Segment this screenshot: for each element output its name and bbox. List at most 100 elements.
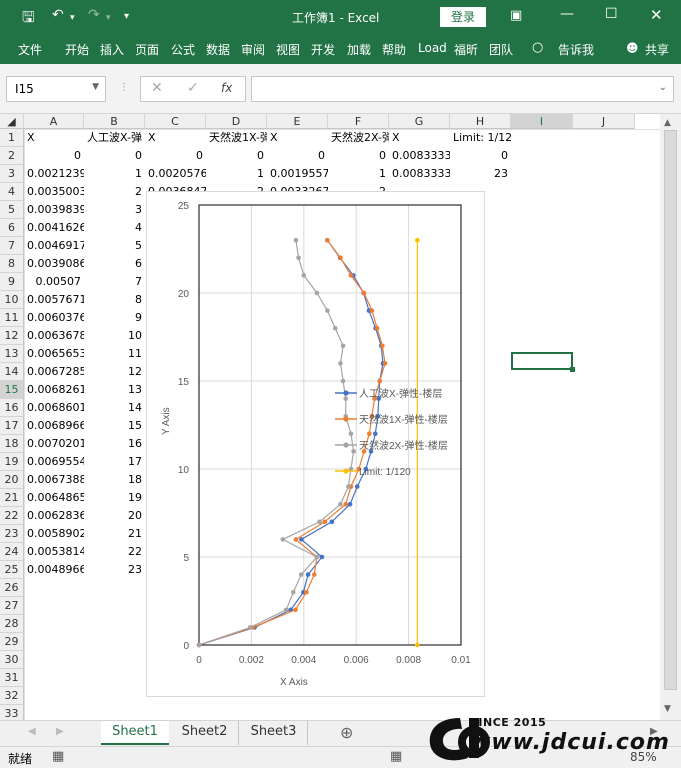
cell[interactable]: 1 xyxy=(328,165,389,183)
selected-cell[interactable] xyxy=(511,352,575,372)
cell[interactable]: 0.0046917 xyxy=(24,237,84,255)
cell[interactable]: 0 xyxy=(450,147,511,165)
row-header[interactable]: 2 xyxy=(0,147,24,165)
cell[interactable]: 14 xyxy=(84,399,145,417)
next-sheet-icon[interactable]: ▶ xyxy=(56,726,64,737)
cell[interactable]: X xyxy=(145,129,206,147)
row-header[interactable]: 16 xyxy=(0,399,24,417)
row-header[interactable]: 9 xyxy=(0,273,24,291)
cell[interactable]: 0.0069554 xyxy=(24,453,84,471)
login-button[interactable]: 登录 xyxy=(440,7,486,27)
cell[interactable]: X xyxy=(267,129,328,147)
cell[interactable]: 0.0058902 xyxy=(24,525,84,543)
cancel-icon[interactable]: ✕ xyxy=(151,80,163,96)
column-header[interactable]: C xyxy=(145,114,206,129)
cell[interactable]: 12 xyxy=(84,363,145,381)
tab-help[interactable]: 帮助 xyxy=(382,41,406,58)
cell[interactable]: 0.00507 xyxy=(24,273,84,291)
cell[interactable]: X xyxy=(389,129,450,147)
maximize-icon[interactable]: ☐ xyxy=(605,6,618,22)
tab-addins[interactable]: 加载 xyxy=(347,41,371,58)
row-header[interactable]: 29 xyxy=(0,633,24,651)
column-header[interactable]: G xyxy=(389,114,450,129)
share-button[interactable]: 共享 xyxy=(645,41,669,58)
cell[interactable]: 0 xyxy=(328,147,389,165)
cell[interactable]: 0.0039839 xyxy=(24,201,84,219)
row-header[interactable]: 12 xyxy=(0,327,24,345)
tab-foxit[interactable]: 福昕 xyxy=(454,41,478,58)
cell[interactable]: 5 xyxy=(84,237,145,255)
chart[interactable]: 0 0.002 0.004 0.006 0.008 0.01 0 5 10 15 20 25 X Axi… xyxy=(146,191,485,697)
row-header[interactable]: 31 xyxy=(0,669,24,687)
tab-insert[interactable]: 插入 xyxy=(100,41,124,58)
cell[interactable]: 23 xyxy=(84,561,145,579)
cell[interactable]: 天然波2X-弹 xyxy=(328,129,389,147)
undo-icon[interactable]: ↶ xyxy=(52,7,64,23)
tab-sheet2[interactable]: Sheet2 xyxy=(171,721,239,745)
user-icon[interactable]: ☻ xyxy=(626,41,639,55)
row-header[interactable]: 18 xyxy=(0,435,24,453)
cell[interactable]: 0.0067285 xyxy=(24,363,84,381)
row-header[interactable]: 27 xyxy=(0,597,24,615)
cell[interactable]: 8 xyxy=(84,291,145,309)
cell[interactable]: 0.0067388 xyxy=(24,471,84,489)
cell[interactable]: 1 xyxy=(84,165,145,183)
cell[interactable]: 0.0068601 xyxy=(24,399,84,417)
lightbulb-icon[interactable]: ○ xyxy=(532,40,543,55)
select-all-corner[interactable]: ◢ xyxy=(0,114,24,129)
column-header[interactable]: F xyxy=(328,114,389,129)
row-header[interactable]: 5 xyxy=(0,201,24,219)
expand-formula-icon[interactable]: ⌄ xyxy=(659,82,667,93)
row-header[interactable]: 19 xyxy=(0,453,24,471)
cell[interactable]: 7 xyxy=(84,273,145,291)
cell[interactable]: 3 xyxy=(84,201,145,219)
insert-function-icon[interactable]: fx xyxy=(221,81,232,95)
cell[interactable]: 22 xyxy=(84,543,145,561)
row-header[interactable]: 10 xyxy=(0,291,24,309)
row-header[interactable]: 28 xyxy=(0,615,24,633)
row-header[interactable]: 4 xyxy=(0,183,24,201)
cell[interactable]: 0.0070201 xyxy=(24,435,84,453)
cell[interactable]: 23 xyxy=(450,165,511,183)
cell[interactable]: 0 xyxy=(24,147,84,165)
cell[interactable]: 0.0057671 xyxy=(24,291,84,309)
cell[interactable]: 0.0035003 xyxy=(24,183,84,201)
tab-formulas[interactable]: 公式 xyxy=(171,41,195,58)
name-box[interactable]: I15 ▼ xyxy=(6,76,106,102)
row-header[interactable]: 13 xyxy=(0,345,24,363)
cell[interactable]: 0.0060376 xyxy=(24,309,84,327)
row-header[interactable]: 15 xyxy=(0,381,24,399)
cell[interactable]: 人工波X-弹 xyxy=(84,129,145,147)
cell[interactable]: 0.0020576 xyxy=(145,165,206,183)
row-header[interactable]: 11 xyxy=(0,309,24,327)
row-header[interactable]: 8 xyxy=(0,255,24,273)
row-header[interactable]: 25 xyxy=(0,561,24,579)
cell[interactable]: 天然波1X-弹 xyxy=(206,129,267,147)
cell[interactable]: 0.0063678 xyxy=(24,327,84,345)
cell[interactable]: 0.0053814 xyxy=(24,543,84,561)
cell[interactable]: 0 xyxy=(84,147,145,165)
prev-sheet-icon[interactable]: ◀ xyxy=(28,726,36,737)
cell[interactable]: 0.0065653 xyxy=(24,345,84,363)
redo-dropdown-icon[interactable]: ▾ xyxy=(106,13,111,23)
undo-dropdown-icon[interactable]: ▾ xyxy=(70,13,75,23)
cell[interactable]: 0.0021239 xyxy=(24,165,84,183)
vertical-scrollbar[interactable]: ▲ ▼ xyxy=(660,114,681,720)
row-header[interactable]: 33 xyxy=(0,705,24,720)
tab-developer[interactable]: 开发 xyxy=(311,41,335,58)
macro-record-icon[interactable]: ▦ xyxy=(52,749,64,764)
column-header[interactable]: B xyxy=(84,114,145,129)
normal-view-icon[interactable]: ▦ xyxy=(390,749,402,764)
cell[interactable]: 0.0083333 xyxy=(389,165,450,183)
row-header[interactable]: 32 xyxy=(0,687,24,705)
cell[interactable]: 10 xyxy=(84,327,145,345)
cell[interactable]: 0.0041626 xyxy=(24,219,84,237)
column-header[interactable]: H xyxy=(450,114,511,129)
cell[interactable]: 21 xyxy=(84,525,145,543)
cell[interactable]: 0.0068966 xyxy=(24,417,84,435)
cell[interactable]: X xyxy=(24,129,84,147)
cell[interactable]: 0.0062836 xyxy=(24,507,84,525)
cell[interactable]: 16 xyxy=(84,435,145,453)
save-icon[interactable]: 🖫 xyxy=(22,7,35,32)
cell[interactable]: 1 xyxy=(206,165,267,183)
